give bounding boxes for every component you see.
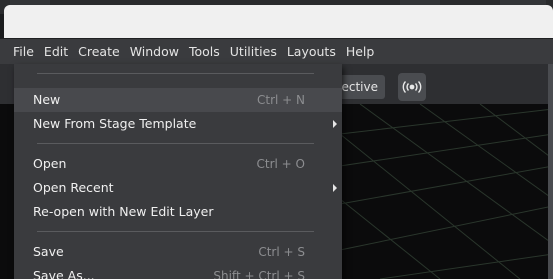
menu-item-shortcut: Shift + Ctrl + S bbox=[213, 269, 305, 279]
menu-item-new[interactable]: New Ctrl + N bbox=[14, 88, 342, 112]
menu-help[interactable]: Help bbox=[339, 39, 378, 65]
menu-layouts[interactable]: Layouts bbox=[280, 39, 339, 65]
menu-edit[interactable]: Edit bbox=[37, 39, 71, 65]
menu-tools[interactable]: Tools bbox=[182, 39, 223, 65]
broadcast-icon bbox=[402, 81, 422, 93]
menu-window[interactable]: Window bbox=[123, 39, 182, 65]
menu-item-label: Save As... bbox=[33, 268, 95, 279]
tear-off-handle[interactable] bbox=[37, 73, 314, 74]
menu-item-label: Open Recent bbox=[33, 180, 114, 195]
menu-item-shortcut: Ctrl + O bbox=[256, 157, 305, 171]
menu-item-label: Open bbox=[33, 156, 67, 171]
menu-file[interactable]: File bbox=[6, 39, 37, 65]
app-window: File Edit Create Window Tools Utilities … bbox=[0, 0, 553, 279]
menu-item-shortcut: Ctrl + S bbox=[258, 245, 305, 259]
file-menu-dropdown: New Ctrl + N New From Stage Template Ope… bbox=[14, 64, 342, 279]
menu-item-label: New bbox=[33, 92, 61, 107]
menu-utilities[interactable]: Utilities bbox=[223, 39, 280, 65]
menu-item-save[interactable]: Save Ctrl + S bbox=[14, 240, 342, 264]
submenu-arrow-icon bbox=[333, 184, 337, 192]
menu-item-open-recent[interactable]: Open Recent bbox=[14, 176, 342, 200]
window-title-band bbox=[4, 5, 553, 38]
menu-item-label: New From Stage Template bbox=[33, 116, 197, 131]
menu-item-reopen-new-edit-layer[interactable]: Re-open with New Edit Layer bbox=[14, 200, 342, 224]
broadcast-button[interactable] bbox=[398, 73, 426, 101]
panel-edge bbox=[548, 64, 553, 279]
menu-bar: File Edit Create Window Tools Utilities … bbox=[0, 38, 553, 64]
menu-item-label: Re-open with New Edit Layer bbox=[33, 204, 214, 219]
menu-item-shortcut: Ctrl + N bbox=[256, 93, 305, 107]
menu-item-new-from-stage-template[interactable]: New From Stage Template bbox=[14, 112, 342, 136]
submenu-arrow-icon bbox=[333, 120, 337, 128]
menu-item-save-as[interactable]: Save As... Shift + Ctrl + S bbox=[14, 264, 342, 279]
menu-separator bbox=[37, 143, 314, 144]
menu-create[interactable]: Create bbox=[71, 39, 123, 65]
menu-separator bbox=[37, 231, 314, 232]
menu-item-open[interactable]: Open Ctrl + O bbox=[14, 152, 342, 176]
menu-item-label: Save bbox=[33, 244, 64, 259]
